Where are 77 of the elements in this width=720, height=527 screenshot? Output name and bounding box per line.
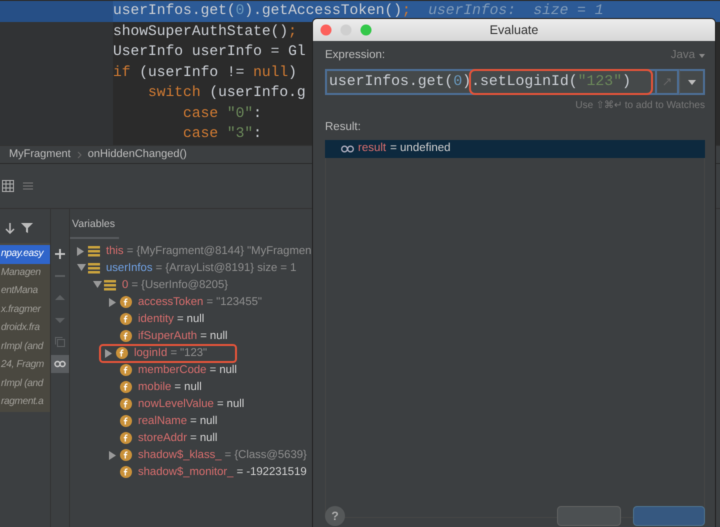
expanded-arrow-icon[interactable]	[92, 281, 102, 290]
breadcrumb-separator-icon	[76, 150, 82, 158]
code-line: switch (userInfo.g	[147, 84, 306, 103]
field-icon	[120, 381, 132, 394]
result-label: Result:	[325, 120, 362, 136]
caret-icon	[699, 54, 705, 58]
breadcrumb-item[interactable]: MyFragment	[9, 146, 71, 163]
history-dropdown-button[interactable]	[679, 69, 705, 96]
variable-entry[interactable]: mobile = null	[136, 378, 204, 396]
field-icon	[120, 466, 132, 478]
field-icon	[120, 415, 132, 428]
caret-icon	[688, 80, 696, 85]
stack-frame[interactable]: entMana	[0, 282, 50, 300]
table-icon[interactable]	[2, 180, 14, 192]
variable-entry[interactable]: storeAddr = null	[136, 430, 220, 447]
field-icon	[120, 330, 132, 342]
filter-icon[interactable]	[21, 222, 33, 234]
code-line: showSuperAuthState();	[113, 22, 297, 42]
dialog-title: Evaluate	[490, 22, 538, 39]
collapsed-arrow-icon[interactable]	[77, 246, 85, 256]
stack-icon	[88, 262, 100, 274]
language-selector[interactable]: Java	[670, 47, 705, 64]
field-icon	[116, 347, 128, 360]
field-icon	[120, 398, 132, 410]
variable-entry[interactable]: memberCode = null	[136, 362, 239, 379]
plus-icon	[54, 248, 66, 260]
variable-entry[interactable]: shadow$_klass_ = {Class@5639}	[136, 446, 309, 464]
field-icon	[120, 296, 132, 308]
field-icon	[120, 313, 132, 326]
code-line: userInfos.get(0).getAccessToken(); userInfos: size = 1	[113, 2, 604, 21]
collapsed-arrow-icon[interactable]	[105, 348, 113, 358]
collapsed-arrow-icon[interactable]	[109, 298, 117, 307]
expression-label: Expression:	[325, 48, 386, 63]
stack-frame[interactable]: ragment.a	[0, 393, 50, 412]
expression-field[interactable]: userInfos.get(0).setLoginId("123")	[325, 69, 657, 96]
glasses-icon	[54, 358, 66, 370]
glasses-button[interactable]	[51, 355, 69, 373]
field-icon	[120, 432, 132, 444]
annotation-box: .setLoginId("123")	[471, 71, 651, 94]
variable-entry[interactable]: identity = null	[136, 310, 206, 328]
field-icon	[120, 449, 132, 462]
variable-entry[interactable]: accessToken = "123455"	[136, 294, 264, 311]
code-line: UserInfo userInfo = Gl	[113, 43, 306, 62]
result-value: = undefined	[390, 140, 451, 156]
lines-icon[interactable]	[22, 180, 34, 192]
stack-frame[interactable]: 24, Fragm	[0, 356, 50, 374]
stack-frame[interactable]: rImpl (and	[0, 338, 50, 356]
collapsed-arrow-icon[interactable]	[109, 450, 117, 460]
variable-entry[interactable]: userInfos = {ArrayList@8191} size = 1	[104, 260, 298, 277]
breadcrumb-item[interactable]: onHiddenChanged()	[88, 146, 187, 163]
variable-entry[interactable]: ifSuperAuth = null	[136, 328, 230, 345]
expanded-arrow-icon[interactable]	[76, 264, 86, 272]
stack-frame[interactable]: rImpl (and	[0, 374, 50, 393]
stack-frame[interactable]: droidx.fra	[0, 319, 50, 338]
variable-entry[interactable]: loginId = "123"	[132, 344, 210, 362]
variable-entry[interactable]: nowLevelValue = null	[136, 396, 246, 413]
variable-entry[interactable]: 0 = {UserInfo@8205}	[120, 276, 230, 294]
variable-entry[interactable]: shadow$_monitor_ = -192231519	[136, 464, 309, 481]
stack-frame[interactable]: Managen	[0, 264, 50, 282]
code-line: if (userInfo != null)	[113, 64, 297, 82]
stack-frame[interactable]: npay.easy	[0, 245, 50, 264]
variable-entry[interactable]: this = {MyFragment@8144} "MyFragmen	[104, 242, 314, 260]
panel-tab[interactable]: Variables	[70, 209, 119, 239]
code-line: case "3":	[182, 125, 262, 144]
shortcut-hint: Use ⇧⌘↵ to add to Watches	[574, 99, 705, 114]
stack-icon	[104, 279, 116, 292]
copy-icon	[54, 336, 66, 348]
result-row[interactable]: result = undefined	[325, 140, 705, 158]
glasses-icon	[341, 144, 354, 152]
result-name: result	[358, 140, 386, 156]
field-icon	[120, 364, 132, 376]
variable-entry[interactable]: realName = null	[136, 412, 220, 430]
help-button[interactable]: ?	[325, 506, 345, 526]
down-arrow-icon[interactable]	[5, 222, 15, 234]
stack-frame[interactable]: x.fragmer	[0, 300, 50, 319]
stack-icon	[88, 245, 100, 258]
code-line: case "0":	[182, 104, 262, 124]
